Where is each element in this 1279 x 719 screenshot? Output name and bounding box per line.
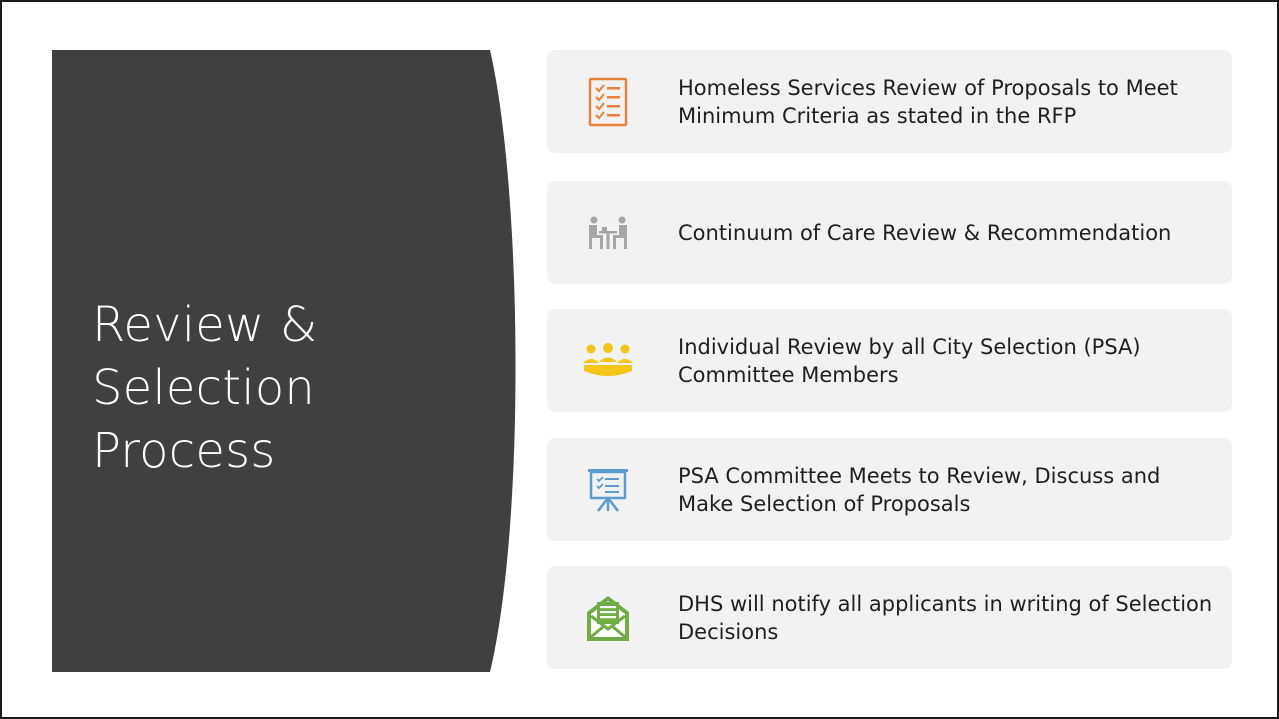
step-text: PSA Committee Meets to Review, Discuss a…	[678, 463, 1161, 516]
presentation-board-icon	[582, 464, 634, 516]
meeting-table-icon	[582, 207, 634, 259]
group-people-icon	[582, 335, 634, 387]
step-card: PSA Committee Meets to Review, Discuss a…	[547, 438, 1232, 541]
step-text: DHS will notify all applicants in writin…	[678, 591, 1213, 644]
title-line-1: Review &	[92, 297, 318, 353]
step-text: Individual Review by all City Selection …	[678, 334, 1141, 387]
title-line-2: Selection	[92, 360, 316, 416]
step-card: Homeless Services Review of Proposals to…	[547, 50, 1232, 153]
step-card: DHS will notify all applicants in writin…	[547, 566, 1232, 669]
title-panel: Review & Selection Process	[52, 50, 520, 672]
checklist-icon	[582, 76, 634, 128]
slide: Review & Selection Process Homeless Serv…	[0, 0, 1279, 719]
step-card: Individual Review by all City Selection …	[547, 309, 1232, 412]
step-card: Continuum of Care Review & Recommendatio…	[547, 181, 1232, 284]
slide-title: Review & Selection Process	[92, 294, 452, 483]
title-line-3: Process	[92, 423, 276, 479]
envelope-letter-icon	[582, 592, 634, 644]
step-text: Homeless Services Review of Proposals to…	[678, 75, 1178, 128]
step-text: Continuum of Care Review & Recommendatio…	[678, 220, 1172, 245]
